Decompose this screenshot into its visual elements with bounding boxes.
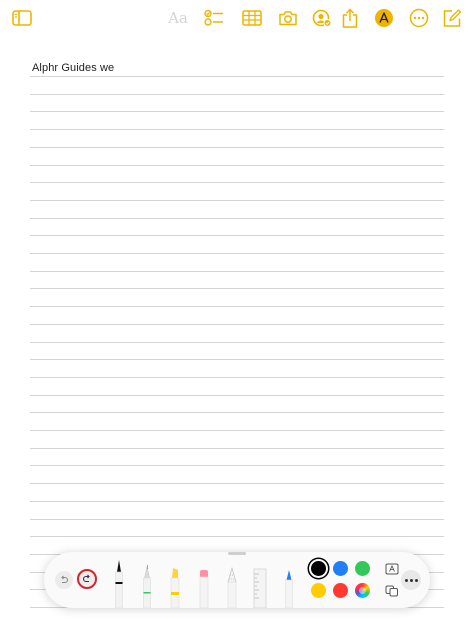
compose-button[interactable] [440,6,464,30]
format-text-button[interactable]: Aa [166,6,190,30]
collaborate-icon [312,9,332,27]
top-toolbar: Aa [0,0,474,36]
sidebar-toggle-button[interactable] [10,6,34,30]
palette-grabber[interactable] [228,552,246,555]
format-label: Aa [168,9,188,27]
ruled-line [30,146,444,148]
sidebar-icon [12,10,32,26]
more-options-button[interactable] [407,6,431,30]
shapes-button[interactable] [384,584,400,598]
collaborate-button[interactable] [310,6,334,30]
ruled-line [30,447,444,449]
ruled-line [30,430,444,431]
camera-icon [279,11,297,26]
highlighter-tool[interactable] [168,566,182,608]
eraser-tool[interactable] [197,568,211,608]
ruled-line [30,235,444,237]
shapes-icon [385,585,398,597]
ruled-line [30,253,444,254]
ruled-line [30,500,444,502]
ruled-line [30,270,444,272]
ruled-line [30,341,444,343]
ruled-line [30,323,444,325]
ruled-line [30,93,444,95]
undo-icon [61,575,69,584]
table-icon [242,10,262,26]
redo-icon [82,574,90,583]
text-box-icon [385,563,399,575]
compose-icon [443,9,462,27]
lasso-tool[interactable] [225,566,239,608]
share-icon [342,8,358,28]
color-swatch-yellow[interactable] [311,583,326,598]
ellipsis-icon [409,8,429,28]
color-swatch-red[interactable] [333,583,348,598]
undo-button[interactable] [55,571,73,589]
markup-icon [375,9,393,27]
checklist-icon [204,9,223,26]
ruled-line [30,465,444,467]
color-swatch-green[interactable] [355,561,370,576]
checklist-button[interactable] [202,6,226,30]
ruled-line [30,412,444,414]
fountain-pen-tool[interactable] [282,568,296,608]
ruled-line [30,217,444,219]
ellipsis-dot [404,578,408,582]
ruled-line [30,129,444,131]
ruled-line [30,199,444,201]
ellipsis-dot [409,578,413,582]
color-swatch-blue[interactable] [333,561,348,576]
ruled-line [30,483,444,485]
note-handwriting-text[interactable]: Alphr Guides we [32,62,114,74]
markup-button[interactable] [372,6,396,30]
ruled-line [30,182,444,184]
color-swatch-black[interactable] [311,561,326,576]
ruled-line [30,536,444,538]
ruled-line [30,394,444,396]
ruled-line [30,306,444,308]
color-picker-wheel[interactable] [355,583,370,598]
ruler-tool[interactable] [252,567,268,608]
ruled-line [30,288,444,290]
ruled-line [30,111,444,113]
note-canvas[interactable]: Alphr Guides we [30,58,444,608]
redo-button[interactable] [77,569,97,589]
ellipsis-dot [414,578,418,582]
pen-tool[interactable] [112,558,126,608]
share-button[interactable] [338,6,362,30]
table-button[interactable] [240,6,264,30]
ruled-line [30,76,444,77]
palette-more-button[interactable] [401,570,421,590]
camera-button[interactable] [276,6,300,30]
ruled-line [30,376,444,378]
ruled-line [30,164,444,166]
text-box-button[interactable] [384,562,400,576]
ruled-line [30,518,444,520]
monoline-tool[interactable] [140,565,154,608]
ruled-line [30,359,444,361]
